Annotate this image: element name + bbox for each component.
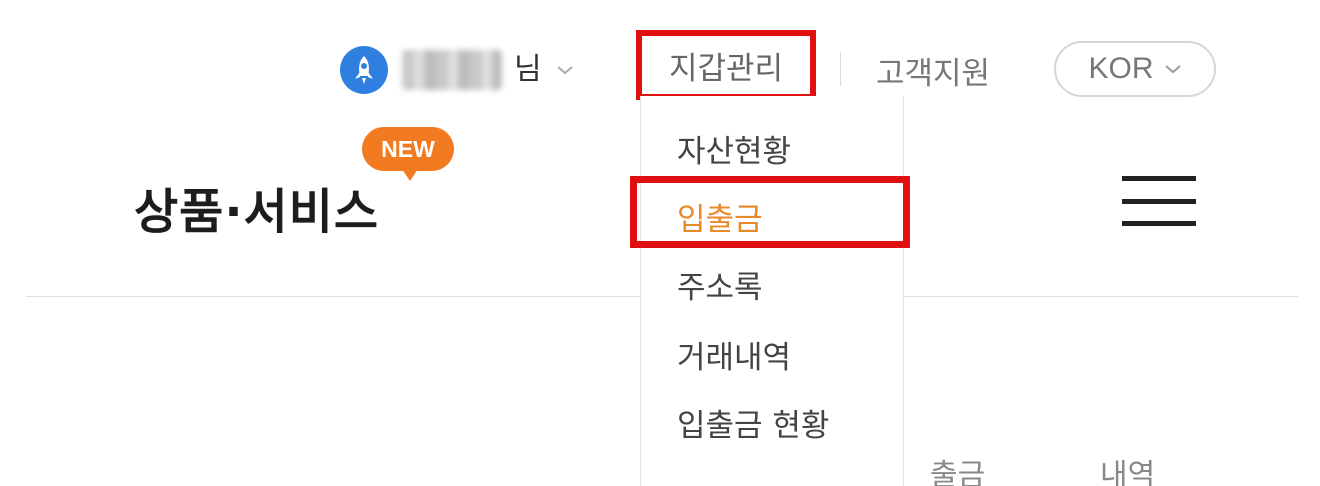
hamburger-line xyxy=(1122,221,1196,226)
user-honorific: 님 xyxy=(514,52,542,87)
menu-divider xyxy=(840,52,841,86)
username-redacted xyxy=(402,50,502,90)
dropdown-item-transaction-history[interactable]: 거래내역 xyxy=(677,332,791,377)
language-value: KOR xyxy=(1088,52,1154,85)
language-select[interactable]: KOR xyxy=(1054,41,1216,97)
avatar[interactable] xyxy=(340,46,388,94)
rocket-icon xyxy=(355,56,373,84)
user-menu[interactable]: 님 xyxy=(340,44,574,96)
products-services-nav[interactable]: 상품·서비스 xyxy=(134,172,379,242)
hamburger-menu-icon[interactable] xyxy=(1122,176,1196,226)
wallet-management-menu[interactable]: 지갑관리 xyxy=(636,30,816,100)
highlight-box xyxy=(630,176,910,248)
page: 님 지갑관리 고객지원 KOR NEW 상품·서비스 출금 내역 자산현황 입출… xyxy=(0,0,1320,486)
hamburger-line xyxy=(1122,176,1196,181)
customer-support-link[interactable]: 고객지원 xyxy=(876,48,990,93)
chevron-down-icon xyxy=(1164,65,1181,74)
new-badge: NEW xyxy=(362,127,454,181)
wallet-management-label: 지갑관리 xyxy=(668,50,784,87)
hamburger-line xyxy=(1122,198,1196,204)
dropdown-item-assets[interactable]: 자산현황 xyxy=(677,126,791,171)
cut-off-text: 출금 xyxy=(930,458,986,486)
cut-off-text: 내역 xyxy=(1100,458,1156,486)
dropdown-item-address-book[interactable]: 주소록 xyxy=(677,262,763,307)
dropdown-item-deposit-withdraw-status[interactable]: 입출금 현황 xyxy=(677,400,829,445)
chevron-down-icon[interactable] xyxy=(556,64,574,76)
wallet-dropdown: 자산현황 입출금 주소록 거래내역 입출금 현황 xyxy=(640,96,904,486)
